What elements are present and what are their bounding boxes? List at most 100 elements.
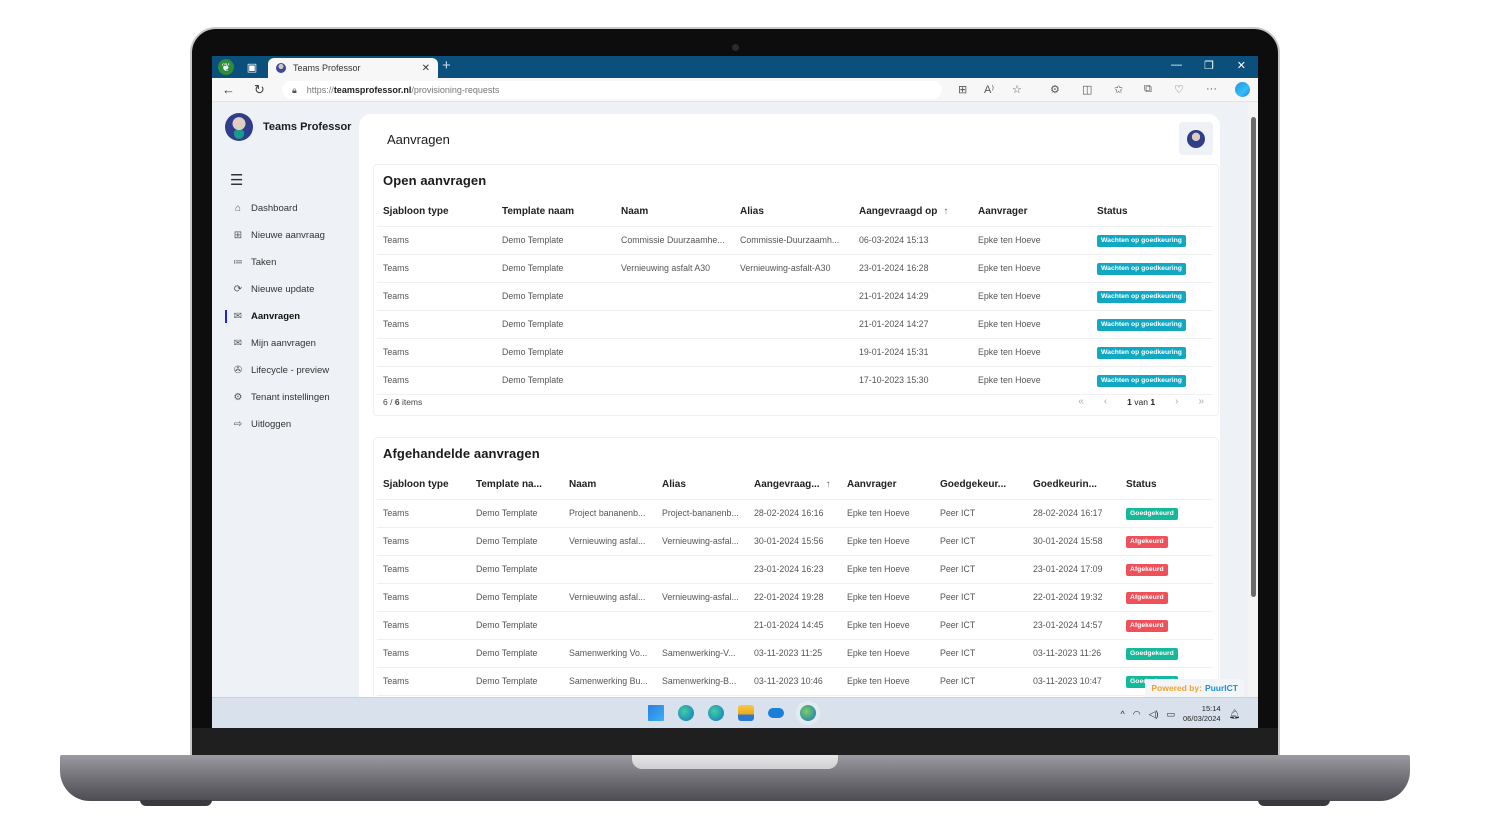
table-row[interactable]: Teams Demo Template Samenwerking Bu... Same…	[377, 667, 1213, 696]
column-header[interactable]: Aangevraagd op ↑	[853, 198, 972, 227]
powered-by-badge[interactable]: Powered by: PuurICT	[1145, 679, 1244, 697]
extensions-icon[interactable]: ⚙	[1050, 83, 1060, 96]
column-header[interactable]: Aangevraag... ↑	[748, 471, 841, 500]
file-explorer-icon[interactable]	[738, 705, 754, 721]
table-cell: Demo Template	[470, 667, 563, 696]
column-header[interactable]: Alias	[734, 198, 853, 227]
prev-page-icon[interactable]: ‹	[1104, 396, 1107, 407]
volume-icon[interactable]: ◁)	[1149, 709, 1159, 720]
column-header[interactable]: Template na...	[470, 471, 563, 500]
table-row[interactable]: Teams Demo Template 21-01-2024 14:45 Epke t…	[377, 611, 1213, 640]
table-row[interactable]: Teams Demo Template Project bananenb... Pro…	[377, 499, 1213, 528]
column-header[interactable]: Aanvrager	[972, 198, 1091, 227]
sidebar-item-lifecycle[interactable]: ✇ Lifecycle - preview	[212, 357, 358, 384]
more-options-icon[interactable]: ···	[1206, 83, 1217, 95]
column-header[interactable]: Sjabloon type	[377, 198, 496, 227]
table-row[interactable]: Teams Demo Template Vernieuwing asfal... Ve…	[377, 527, 1213, 556]
column-header[interactable]: Goedgekeur...	[934, 471, 1027, 500]
edge-work-icon[interactable]	[678, 705, 694, 721]
favorite-star-icon[interactable]: ☆	[1012, 83, 1022, 96]
url-field[interactable]: 🔒︎ https://teamsprofessor.nl/provisionin…	[282, 81, 942, 99]
back-icon[interactable]: ←	[222, 82, 235, 97]
table-row[interactable]: Teams Demo Template Vernieuwing asfalt A30…	[377, 254, 1213, 283]
profile-icon[interactable]: ❦	[218, 59, 234, 75]
last-page-icon[interactable]: »	[1198, 396, 1204, 407]
tab-actions-icon[interactable]: ▣	[244, 59, 260, 75]
onedrive-icon[interactable]	[768, 708, 784, 718]
minimize-icon[interactable]: —	[1171, 59, 1182, 71]
split-screen-icon[interactable]: ◫	[1082, 83, 1092, 96]
page-indicator: 1 van 1	[1127, 397, 1155, 407]
column-header[interactable]: Status	[1091, 198, 1213, 227]
close-window-icon[interactable]: ✕	[1237, 59, 1246, 72]
table-row[interactable]: Teams Demo Template 23-01-2024 16:23 Epke t…	[377, 555, 1213, 584]
table-row[interactable]: Teams Demo Template 21-01-2024 14:27 Epke t…	[377, 310, 1213, 339]
column-header[interactable]: Aanvrager	[841, 471, 934, 500]
tray-chevron-icon[interactable]: ^	[1120, 709, 1124, 719]
sidebar-item-uitloggen[interactable]: ⇨ Uitloggen	[212, 411, 358, 438]
scrollbar-thumb[interactable]	[1251, 117, 1256, 597]
column-header[interactable]: Naam	[563, 471, 656, 500]
sidebar-item-mijn-aanvragen[interactable]: ✉ Mijn aanvragen	[212, 330, 358, 357]
edge-active-icon[interactable]	[800, 705, 816, 721]
table-row[interactable]: Teams Demo Template Vernieuwing asfal... Ve…	[377, 583, 1213, 612]
table-cell: Teams	[377, 667, 470, 696]
next-page-icon[interactable]: ›	[1175, 396, 1178, 407]
close-tab-icon[interactable]: ✕	[422, 63, 430, 74]
sidebar-item-taken[interactable]: ≔ Taken	[212, 249, 358, 276]
column-header[interactable]: Alias	[656, 471, 748, 500]
laptop-notch	[632, 755, 838, 769]
brand[interactable]: Teams Professor	[225, 113, 351, 141]
sidebar-item-dashboard[interactable]: ⌂ Dashboard	[212, 195, 358, 222]
favorites-icon[interactable]: ✩	[1114, 83, 1123, 96]
user-menu-button[interactable]	[1179, 122, 1213, 155]
restore-icon[interactable]: ❐	[1204, 59, 1214, 72]
page-current: 1	[1127, 396, 1132, 407]
column-header[interactable]: Naam	[615, 198, 734, 227]
table-cell: 03-11-2023 11:25	[748, 639, 841, 668]
browser-tab[interactable]: Teams Professor ✕	[268, 58, 438, 78]
sort-ascending-icon[interactable]: ↑	[826, 479, 831, 490]
battery-icon[interactable]: ▭	[1167, 709, 1176, 720]
first-page-icon[interactable]: «	[1078, 396, 1084, 407]
read-aloud-icon[interactable]: A⁾	[984, 83, 994, 96]
table-row[interactable]: Teams Demo Template Commissie Duurzaamhe..…	[377, 226, 1213, 255]
page-scrollbar[interactable]	[1248, 103, 1258, 697]
clock[interactable]: 15:14 06/03/2024	[1183, 704, 1221, 724]
hamburger-menu-icon[interactable]: ☰	[230, 171, 243, 189]
sidebar-item-nieuwe-aanvraag[interactable]: ⊞ Nieuwe aanvraag	[212, 222, 358, 249]
table-row[interactable]: Teams Demo Template 17-10-2023 15:30 Epke t…	[377, 366, 1213, 395]
column-header[interactable]: Status	[1120, 471, 1213, 500]
column-header[interactable]: Sjabloon type	[377, 471, 470, 500]
status-badge: Wachten op goedkeuring	[1097, 262, 1186, 275]
column-header-label: Aangevraag...	[754, 479, 820, 491]
table-cell	[615, 282, 734, 311]
table-row[interactable]: Teams Demo Template 21-01-2024 14:29 Epke t…	[377, 282, 1213, 311]
app-available-icon[interactable]: ⊞	[958, 83, 967, 96]
copilot-icon[interactable]	[1235, 82, 1250, 97]
clock-date: 06/03/2024	[1183, 714, 1221, 723]
refresh-icon: ⟳	[233, 284, 243, 295]
edge-icon[interactable]	[708, 705, 724, 721]
column-header[interactable]: Template naam	[496, 198, 615, 227]
table-cell: 28-02-2024 16:16	[748, 499, 841, 528]
table-cell: Wachten op goedkeuring	[1091, 366, 1213, 395]
new-tab-icon[interactable]: +	[442, 57, 451, 74]
sidebar-item-aanvragen[interactable]: ✉ Aanvragen	[212, 303, 358, 330]
sort-ascending-icon[interactable]: ↑	[943, 206, 948, 217]
column-header-label: Goedkeurin...	[1033, 479, 1097, 491]
windows-start-icon[interactable]	[648, 705, 664, 721]
collections-icon[interactable]: ⧉	[1144, 83, 1152, 96]
column-header[interactable]: Goedkeurin...	[1027, 471, 1120, 500]
table-cell: Epke ten Hoeve	[972, 338, 1091, 367]
table-row[interactable]: Teams Demo Template 19-01-2024 15:31 Epke t…	[377, 338, 1213, 367]
notification-icon[interactable]: 🔔︎	[1229, 709, 1240, 720]
table-cell: Demo Template	[496, 366, 615, 395]
wifi-icon[interactable]: ◠	[1133, 709, 1141, 720]
refresh-icon[interactable]: ↻	[254, 82, 265, 98]
sidebar-item-nieuwe-update[interactable]: ⟳ Nieuwe update	[212, 276, 358, 303]
table-cell: 03-11-2023 10:46	[748, 667, 841, 696]
browser-essentials-icon[interactable]: ♡	[1174, 83, 1184, 96]
table-row[interactable]: Teams Demo Template Samenwerking Vo... Same…	[377, 639, 1213, 668]
sidebar-item-tenant-instellingen[interactable]: ⚙ Tenant instellingen	[212, 384, 358, 411]
